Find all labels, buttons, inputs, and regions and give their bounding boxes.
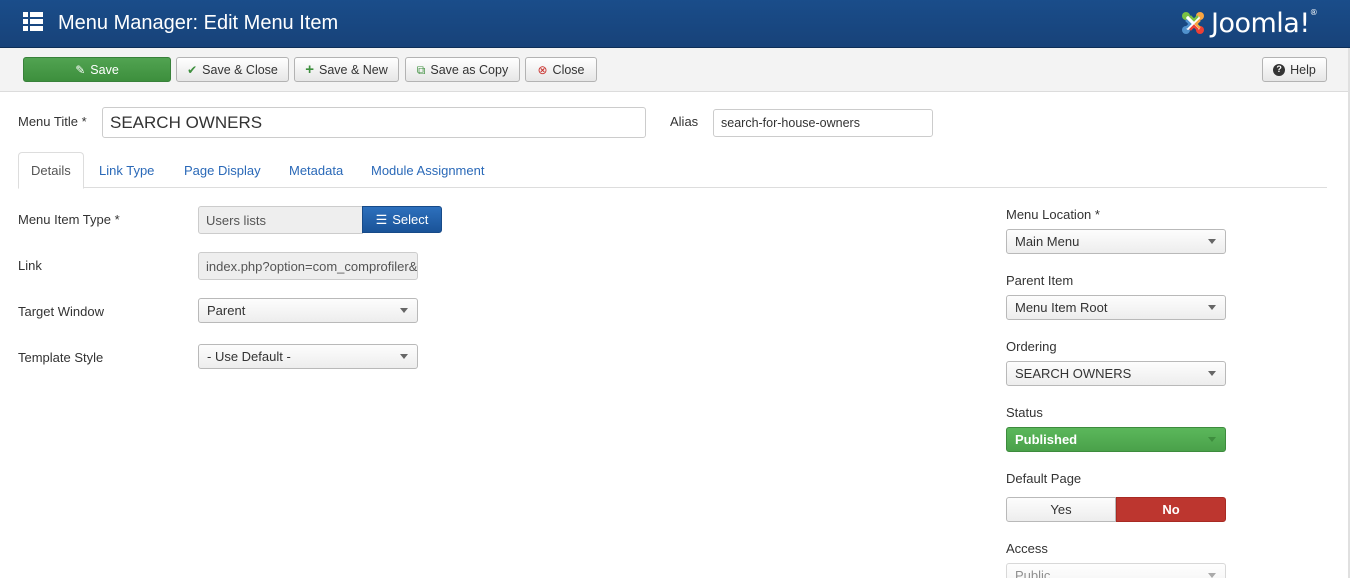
edit-icon: ✎ [75,62,86,77]
select-button[interactable]: ☰ Select [362,206,442,233]
copy-icon: ⧉ [416,62,426,77]
access-label: Access [1006,541,1048,556]
list-icon: ☰ [375,211,388,227]
chevron-down-icon [1208,573,1216,578]
tab-module-assignment[interactable]: Module Assignment [359,152,496,188]
target-window-select[interactable]: Parent [198,298,418,323]
save-close-button[interactable]: ✔ Save & Close [176,57,289,82]
check-icon: ✔ [187,62,198,77]
default-page-toggle: Yes No [1006,497,1226,522]
target-window-label: Target Window [18,304,104,319]
menu-list-icon [23,12,43,32]
chevron-down-icon [1208,239,1216,244]
menu-title-input[interactable]: SEARCH OWNERS [102,107,646,138]
template-style-select[interactable]: - Use Default - [198,344,418,369]
tab-link-type[interactable]: Link Type [87,152,166,188]
tab-metadata[interactable]: Metadata [277,152,355,188]
menu-item-type-field: Users lists [198,206,363,234]
status-label: Status [1006,405,1043,420]
parent-item-select[interactable]: Menu Item Root [1006,295,1226,320]
help-button[interactable]: ? Help [1262,57,1327,82]
question-icon: ? [1273,63,1286,76]
plus-icon: + [305,61,314,78]
status-select[interactable]: Published [1006,427,1226,452]
tab-page-display[interactable]: Page Display [172,152,273,188]
joomla-logo-text: Joomla!® [1211,7,1318,39]
parent-item-label: Parent Item [1006,273,1074,288]
link-label: Link [18,258,42,273]
app-header: Menu Manager: Edit Menu Item Joomla!® [0,0,1350,48]
chevron-down-icon [400,354,408,359]
chevron-down-icon [400,308,408,313]
default-page-label: Default Page [1006,471,1082,486]
ordering-select[interactable]: SEARCH OWNERS [1006,361,1226,386]
chevron-down-icon [1208,437,1216,442]
close-circle-icon: ⊗ [537,62,548,77]
save-button[interactable]: ✎ Save [23,57,171,82]
save-copy-button[interactable]: ⧉ Save as Copy [405,57,520,82]
menu-location-select[interactable]: Main Menu [1006,229,1226,254]
toolbar: ✎ Save ✔ Save & Close + Save & New ⧉ Sav… [0,48,1350,92]
default-no-button[interactable]: No [1116,497,1226,522]
tab-bar: Details Link Type Page Display Metadata … [18,152,1327,189]
save-new-button[interactable]: + Save & New [294,57,399,82]
tab-details[interactable]: Details [18,152,84,189]
link-field: index.php?option=com_comprofiler& [198,252,418,280]
alias-input[interactable]: search-for-house-owners [713,109,933,137]
chevron-down-icon [1208,371,1216,376]
menu-title-label: Menu Title * [18,114,87,129]
default-yes-button[interactable]: Yes [1006,497,1116,522]
ordering-label: Ordering [1006,339,1057,354]
joomla-logo: Joomla!® [1178,6,1318,40]
menu-location-label: Menu Location * [1006,207,1100,222]
alias-label: Alias [670,114,699,129]
menu-item-type-label: Menu Item Type * [18,212,120,227]
chevron-down-icon [1208,305,1216,310]
joomla-logo-icon [1178,8,1208,38]
page-title: Menu Manager: Edit Menu Item [58,12,339,34]
access-select[interactable]: Public [1006,563,1226,578]
close-button[interactable]: ⊗ Close [525,57,597,82]
template-style-label: Template Style [18,350,104,365]
